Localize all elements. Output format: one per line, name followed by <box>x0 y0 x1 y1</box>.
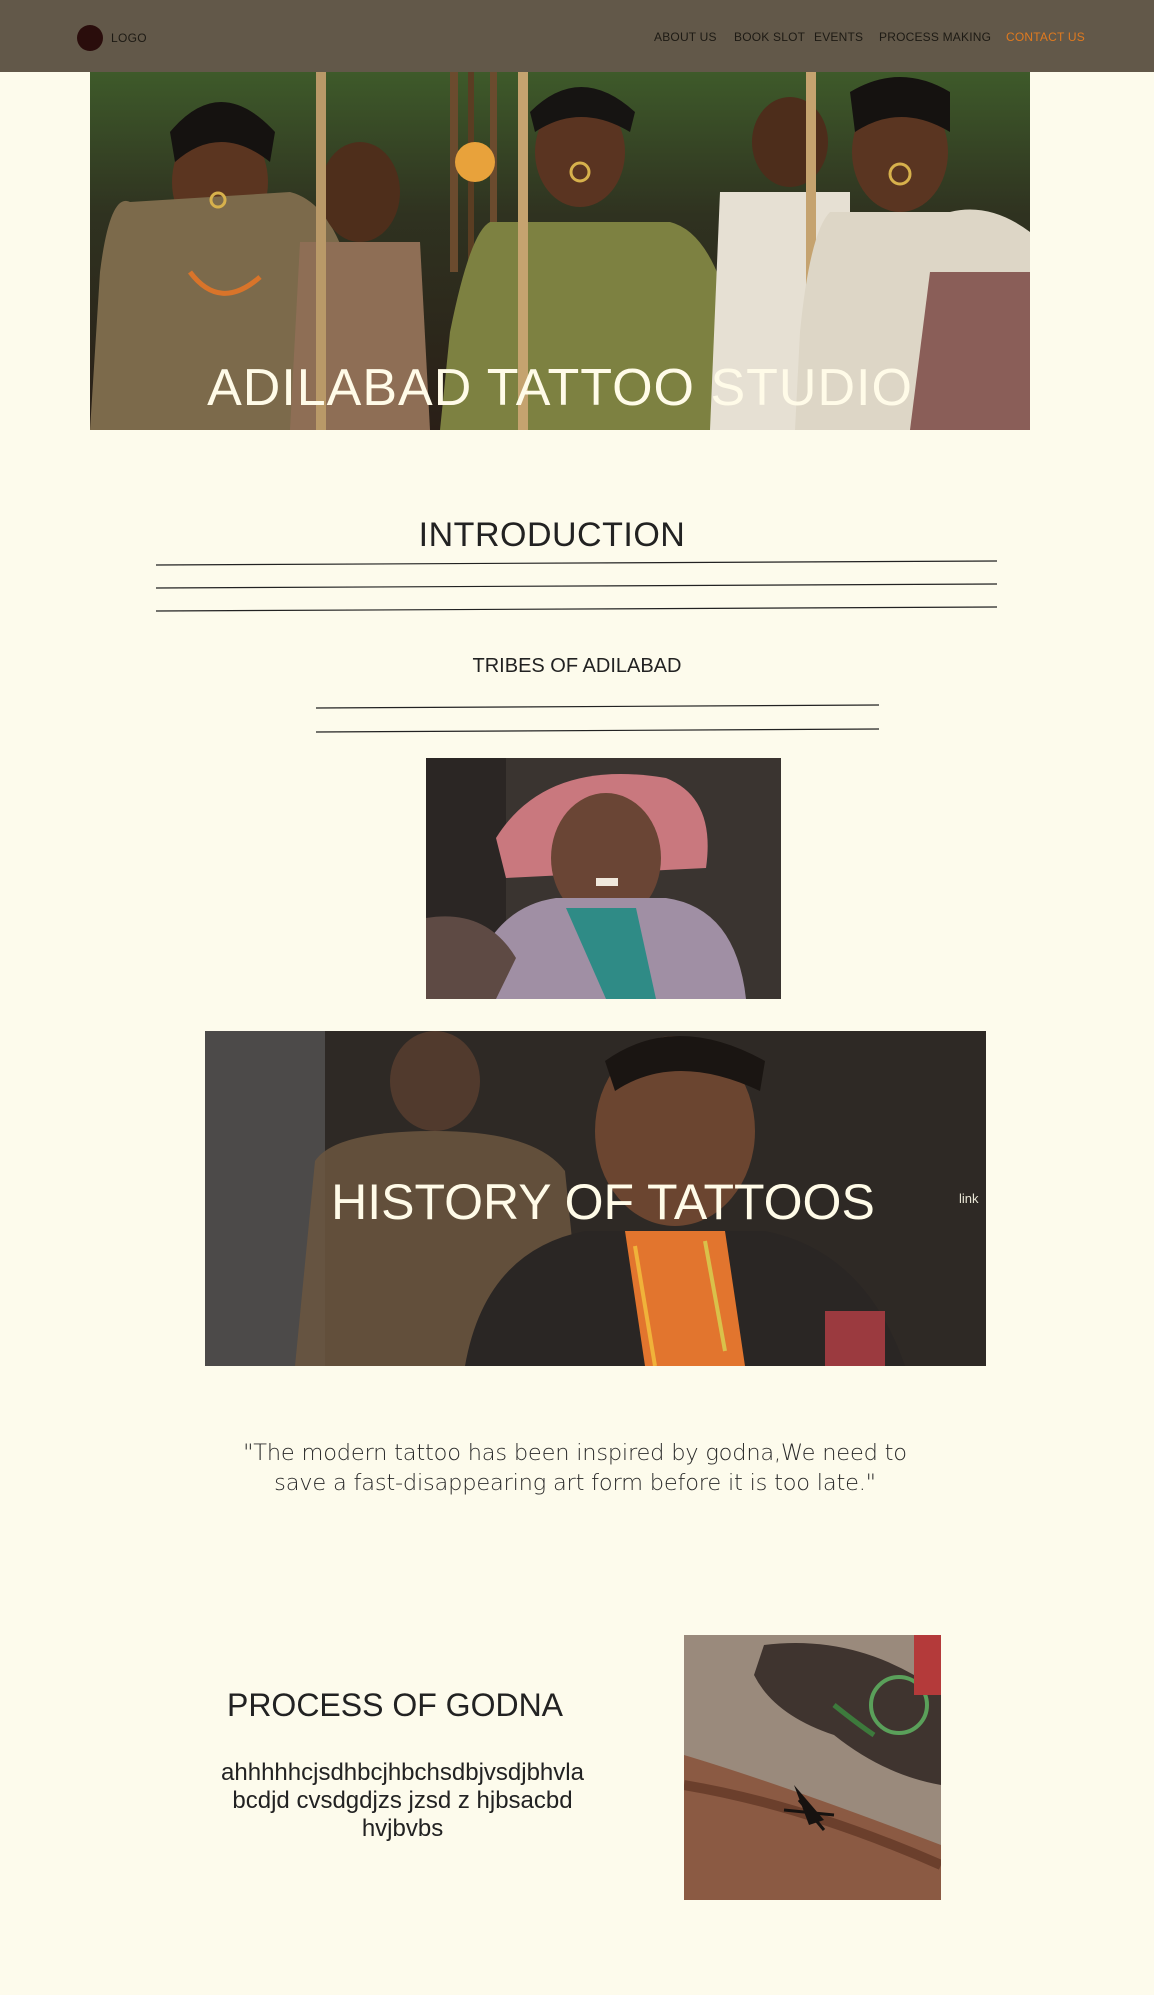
history-title: HISTORY OF TATTOOS <box>331 1174 875 1230</box>
tribe-woman-image <box>426 758 781 999</box>
tribes-title: TRIBES OF ADILABAD <box>472 655 682 677</box>
logo-text[interactable]: LOGO <box>111 31 147 45</box>
hero-banner: ADILABAD TATTOO STUDIO <box>90 72 1030 430</box>
nav-contact-us[interactable]: CONTACT US <box>1006 30 1085 44</box>
history-link[interactable]: link <box>959 1191 979 1206</box>
history-banner: HISTORY OF TATTOOS link <box>205 1031 986 1366</box>
hero-title: ADILABAD TATTOO STUDIO <box>207 359 913 417</box>
logo-icon[interactable] <box>77 25 103 51</box>
tribes-text-lines <box>315 704 880 733</box>
nav-about-us[interactable]: ABOUT US <box>654 30 717 44</box>
intro-text-lines <box>155 560 998 612</box>
intro-title: INTRODUCTION <box>418 516 686 554</box>
nav-process-making[interactable]: PROCESS MAKING <box>879 30 991 44</box>
godna-process-image <box>684 1635 941 1900</box>
godna-quote: "The modern tattoo has been inspired by … <box>243 1440 907 1496</box>
process-title: PROCESS OF GODNA <box>226 1687 564 1723</box>
navbar: LOGO ABOUT US BOOK SLOT EVENTS PROCESS M… <box>0 0 1154 72</box>
nav-events[interactable]: EVENTS <box>814 30 863 44</box>
nav-book-slot[interactable]: BOOK SLOT <box>734 30 805 44</box>
process-description: ahhhhhcjsdhbcjhbchsdbjvsdjbhvla bcdjd cv… <box>221 1759 584 1842</box>
